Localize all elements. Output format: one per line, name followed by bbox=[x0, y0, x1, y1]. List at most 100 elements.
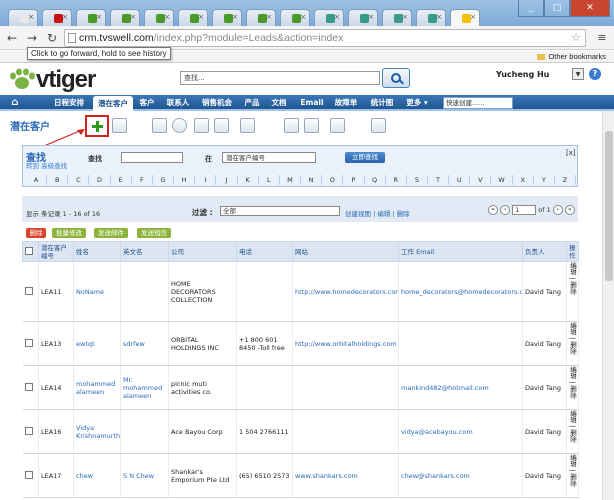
alpha-letter[interactable]: X bbox=[513, 175, 534, 185]
alpha-letter[interactable]: P bbox=[343, 175, 365, 185]
cell-name[interactable]: chew bbox=[73, 453, 121, 498]
menu-icon[interactable]: ≡ bbox=[594, 30, 610, 46]
page-number-input[interactable]: 1 bbox=[512, 205, 537, 215]
cell-email[interactable]: vidya@acebayou.com bbox=[398, 409, 523, 454]
browser-tab[interactable]: × bbox=[314, 9, 344, 26]
cell-name[interactable]: Vidya Krishnamurthy bbox=[73, 409, 121, 454]
row-actions[interactable]: 编辑 | 删除 bbox=[566, 365, 579, 410]
alpha-letter[interactable]: Z bbox=[555, 175, 577, 185]
tab-close-icon[interactable]: × bbox=[300, 13, 306, 21]
cell-email[interactable] bbox=[398, 321, 523, 366]
other-bookmarks[interactable]: Other bookmarks bbox=[537, 51, 606, 63]
tab-close-icon[interactable]: × bbox=[334, 13, 340, 21]
page-scrollbar[interactable] bbox=[602, 111, 614, 500]
maximize-icon[interactable]: □ bbox=[544, 0, 570, 17]
nav-email[interactable]: Email bbox=[296, 95, 328, 111]
alpha-letter[interactable]: W bbox=[491, 175, 513, 185]
alpha-letter[interactable]: T bbox=[428, 175, 450, 185]
alpha-letter[interactable]: R bbox=[386, 175, 407, 185]
browser-tab[interactable]: × bbox=[8, 9, 38, 26]
browser-tab[interactable]: × bbox=[450, 9, 480, 27]
nav-accounts[interactable]: 客户 bbox=[136, 95, 158, 111]
row-actions[interactable]: 编辑 | 删除 bbox=[566, 453, 579, 498]
alpha-letter[interactable]: S bbox=[407, 175, 428, 185]
column-header[interactable]: 负责人 bbox=[522, 241, 567, 262]
tab-close-icon[interactable]: × bbox=[164, 13, 170, 21]
row-actions[interactable]: 编辑 | 删除 bbox=[566, 321, 579, 366]
search-now-button[interactable]: 立即查找 bbox=[345, 152, 385, 163]
tab-close-icon[interactable]: × bbox=[436, 13, 442, 21]
alpha-letter[interactable]: Y bbox=[534, 175, 555, 185]
cell-name[interactable]: NoName bbox=[73, 261, 121, 322]
tab-close-icon[interactable]: × bbox=[62, 13, 68, 21]
calculator-icon[interactable] bbox=[194, 118, 209, 133]
column-header[interactable]: 网站 bbox=[292, 241, 399, 262]
alpha-letter[interactable]: N bbox=[301, 175, 323, 185]
global-search-button[interactable] bbox=[382, 68, 410, 88]
mass-edit-button[interactable]: 批量修改 bbox=[52, 228, 86, 238]
alpha-letter[interactable]: J bbox=[216, 175, 238, 185]
browser-tab[interactable]: × bbox=[212, 9, 242, 26]
alpha-letter[interactable]: F bbox=[132, 175, 153, 185]
delete-button[interactable]: 删除 bbox=[26, 228, 46, 238]
clock-icon[interactable] bbox=[172, 118, 187, 133]
alpha-letter[interactable]: B bbox=[47, 175, 69, 185]
help-icon[interactable]: ? bbox=[589, 68, 601, 80]
nav-contacts[interactable]: 联系人 bbox=[163, 95, 193, 111]
search-field-select[interactable]: 潜在客户编号 bbox=[222, 152, 316, 163]
alpha-letter[interactable]: I bbox=[195, 175, 217, 185]
find-duplicates-icon[interactable] bbox=[330, 118, 345, 133]
forward-icon[interactable]: → bbox=[24, 30, 40, 46]
global-search-input[interactable]: 查找... bbox=[180, 71, 380, 85]
wrench-icon[interactable] bbox=[112, 118, 127, 133]
row-checkbox[interactable] bbox=[24, 286, 33, 295]
column-header[interactable]: 公司 bbox=[168, 241, 237, 262]
add-lead-button[interactable] bbox=[85, 115, 109, 137]
column-header[interactable]: 姓名 bbox=[73, 241, 121, 262]
search-panel-close-button[interactable]: [x] bbox=[566, 149, 576, 157]
select-all-checkbox[interactable] bbox=[25, 246, 33, 255]
next-page-icon[interactable]: › bbox=[552, 205, 563, 215]
alpha-letter[interactable]: L bbox=[259, 175, 280, 185]
browser-tab[interactable]: × bbox=[246, 9, 276, 26]
alpha-letter[interactable]: E bbox=[111, 175, 132, 185]
bookmark-star-icon[interactable]: ☆ bbox=[571, 30, 581, 46]
browser-tab[interactable]: × bbox=[178, 9, 208, 26]
cell-name[interactable]: ewtqt bbox=[73, 321, 121, 366]
import-icon[interactable] bbox=[284, 118, 299, 133]
tab-close-icon[interactable]: × bbox=[232, 13, 238, 21]
alpha-letter[interactable]: U bbox=[449, 175, 471, 185]
row-checkbox[interactable] bbox=[24, 338, 33, 347]
chat-icon[interactable] bbox=[214, 118, 229, 133]
export-icon[interactable] bbox=[304, 118, 319, 133]
close-window-icon[interactable]: ✕ bbox=[570, 0, 610, 17]
settings-tools-icon[interactable] bbox=[371, 118, 386, 133]
alpha-letter[interactable]: M bbox=[280, 175, 302, 185]
cell-en[interactable]: Mr. mohammed alameen bbox=[120, 365, 169, 410]
nav-tickets[interactable]: 故障单 bbox=[331, 95, 361, 111]
nav-more[interactable]: 更多 ▾ bbox=[402, 95, 432, 111]
filter-select[interactable]: 全部 bbox=[220, 206, 340, 216]
search-text-input[interactable] bbox=[121, 152, 183, 163]
cell-en[interactable]: sdrfew bbox=[120, 321, 169, 366]
tab-close-icon[interactable]: × bbox=[402, 13, 408, 21]
first-page-icon[interactable]: « bbox=[488, 205, 498, 215]
column-header[interactable]: 英文名 bbox=[120, 241, 169, 262]
nav-products[interactable]: 产品 bbox=[241, 95, 263, 111]
nav-dashboard[interactable]: 统计图 bbox=[367, 95, 397, 111]
nav-leads[interactable]: 潜在客户 bbox=[93, 96, 133, 111]
browser-tab[interactable]: × bbox=[42, 9, 72, 26]
row-checkbox[interactable] bbox=[24, 470, 33, 479]
alpha-letter[interactable]: V bbox=[470, 175, 492, 185]
calendar-icon[interactable] bbox=[152, 118, 167, 133]
browser-tab[interactable]: × bbox=[76, 9, 106, 26]
nav-opportunities[interactable]: 销售机会 bbox=[198, 95, 236, 111]
cell-website[interactable]: www.shankars.com bbox=[292, 453, 399, 498]
cell-en[interactable] bbox=[120, 261, 169, 322]
cell-website[interactable] bbox=[292, 409, 399, 454]
alpha-letter[interactable]: G bbox=[153, 175, 175, 185]
tab-close-icon[interactable]: × bbox=[198, 13, 204, 21]
alpha-letter[interactable]: C bbox=[68, 175, 90, 185]
cell-email[interactable]: home_decorators@homedecorators.com bbox=[398, 261, 523, 322]
nav-documents[interactable]: 文档 bbox=[268, 95, 290, 111]
